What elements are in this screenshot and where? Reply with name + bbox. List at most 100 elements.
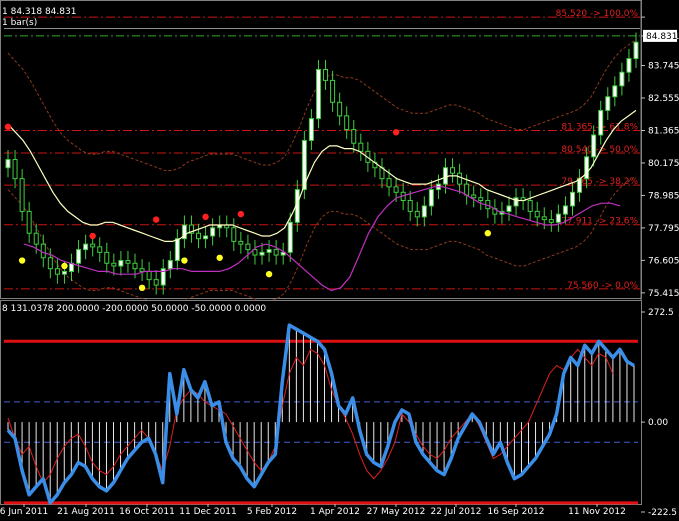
candle-body[interactable] [83, 243, 89, 251]
x-tick-label: 16 Oct 2011 [119, 507, 175, 517]
candle-body[interactable] [478, 197, 484, 201]
candle-body[interactable] [238, 240, 244, 245]
candle-body[interactable] [273, 249, 279, 256]
candle-body[interactable] [12, 159, 18, 180]
candle-body[interactable] [203, 235, 209, 240]
header-bars-line: 1 bar(s) [2, 18, 37, 28]
fib-level-label: 77.911 -> 23.6% [561, 217, 638, 227]
signal-marker-yellow [18, 257, 26, 264]
candle-body[interactable] [210, 227, 216, 237]
candle-body[interactable] [61, 270, 67, 275]
signal-marker-yellow [138, 284, 146, 292]
candle-body[interactable] [33, 232, 39, 245]
price-tick-label: 80.175 [648, 159, 679, 169]
x-tick-label: 5 Feb 2012 [247, 507, 297, 517]
candle-body[interactable] [351, 129, 357, 144]
candle-body[interactable] [471, 194, 477, 199]
candle-body[interactable] [612, 85, 618, 98]
candle-body[interactable] [76, 249, 82, 264]
signal-marker-red [392, 129, 400, 136]
candle-body[interactable] [111, 262, 117, 267]
candle-body[interactable] [26, 210, 32, 234]
candle-body[interactable] [344, 115, 350, 131]
candle-body[interactable] [125, 260, 131, 264]
oscillator-header: 8 131.0378 200.0000 -200.0000 50.0000 -5… [2, 304, 266, 314]
candle-body[interactable] [555, 213, 561, 223]
candle-body[interactable] [132, 262, 138, 270]
candle-body[interactable] [174, 238, 180, 262]
candle-body[interactable] [259, 251, 265, 256]
candle-body[interactable] [464, 183, 470, 196]
x-tick-label: 6 Jun 2011 [0, 507, 48, 517]
candle-body[interactable] [548, 219, 554, 223]
current-price-label: 84.831 [646, 32, 678, 42]
candle-body[interactable] [330, 79, 336, 103]
candle-body[interactable] [196, 232, 202, 240]
candle-body[interactable] [287, 221, 293, 253]
candle-body[interactable] [407, 199, 413, 212]
price-chart[interactable]: 84.831 83.745 82.555 81.365 80.175 78.985 77.7… [0, 0, 679, 300]
candle-body[interactable] [104, 251, 110, 264]
candle-body[interactable] [421, 205, 427, 218]
candle-body[interactable] [358, 142, 364, 152]
candle-body[interactable] [167, 260, 173, 270]
oscillator-chart[interactable]: 8 131.0378 200.0000 -200.0000 50.0000 -5… [0, 300, 679, 521]
price-tick-label: 77.795 [648, 224, 679, 234]
candle-body[interactable] [414, 210, 420, 218]
oscillator-tick-label: 272.5 [648, 308, 674, 318]
candle-body[interactable] [266, 249, 272, 253]
x-tick-label: 11 Dec 2011 [179, 507, 237, 517]
candle-body[interactable] [90, 243, 96, 248]
candle-body[interactable] [47, 257, 53, 270]
price-tick-label: 83.745 [648, 62, 679, 72]
candle-body[interactable] [5, 159, 11, 169]
candle-body[interactable] [619, 71, 625, 87]
candle-body[interactable] [139, 268, 145, 272]
x-tick-label: 11 Nov 2012 [568, 507, 626, 517]
candle-body[interactable] [605, 96, 611, 111]
candle-body[interactable] [315, 68, 321, 120]
candle-body[interactable] [450, 167, 456, 174]
price-tick-label: 82.555 [648, 94, 679, 104]
candle-body[interactable] [97, 246, 103, 253]
candle-body[interactable] [428, 189, 434, 207]
signal-marker-yellow [181, 257, 188, 264]
candle-body[interactable] [457, 172, 463, 185]
candle-body[interactable] [442, 167, 448, 185]
candle-body[interactable] [386, 178, 392, 188]
candle-body[interactable] [337, 101, 343, 117]
oscillator-frame [0, 300, 642, 505]
candle-body[interactable] [569, 191, 575, 207]
price-tick-label: 75.415 [648, 289, 679, 299]
candle-body[interactable] [513, 197, 519, 207]
candle-body[interactable] [534, 210, 540, 218]
candle-body[interactable] [323, 68, 329, 81]
candle-body[interactable] [19, 178, 25, 212]
price-panel-frame [0, 0, 642, 299]
price-tick-label: 78.985 [648, 191, 679, 201]
candle-body[interactable] [527, 199, 533, 212]
candle-body[interactable] [591, 134, 597, 158]
candle-body[interactable] [584, 156, 590, 180]
candle-body[interactable] [541, 216, 547, 221]
candle-body[interactable] [40, 243, 46, 259]
candle-body[interactable] [146, 270, 152, 281]
x-tick-label: 22 Jul 2012 [431, 507, 482, 517]
candle-body[interactable] [54, 268, 60, 275]
candle-body[interactable] [231, 227, 237, 242]
candle-body[interactable] [393, 186, 399, 193]
candle-body[interactable] [245, 243, 251, 251]
x-tick-label: 27 May 2012 [367, 507, 426, 517]
signal-marker-red [4, 123, 12, 131]
x-tick-label: 1 Apr 2012 [310, 507, 360, 517]
candle-body[interactable] [118, 260, 124, 267]
candle-body[interactable] [506, 205, 512, 212]
candle-body[interactable] [626, 58, 632, 73]
candle-body[interactable] [562, 205, 568, 215]
signal-marker-red [202, 213, 209, 221]
candle-body[interactable] [598, 109, 604, 136]
price-tick-label: 76.605 [648, 256, 679, 266]
candle-body[interactable] [633, 41, 639, 60]
candle-body[interactable] [153, 279, 159, 286]
candle-body[interactable] [308, 118, 314, 141]
